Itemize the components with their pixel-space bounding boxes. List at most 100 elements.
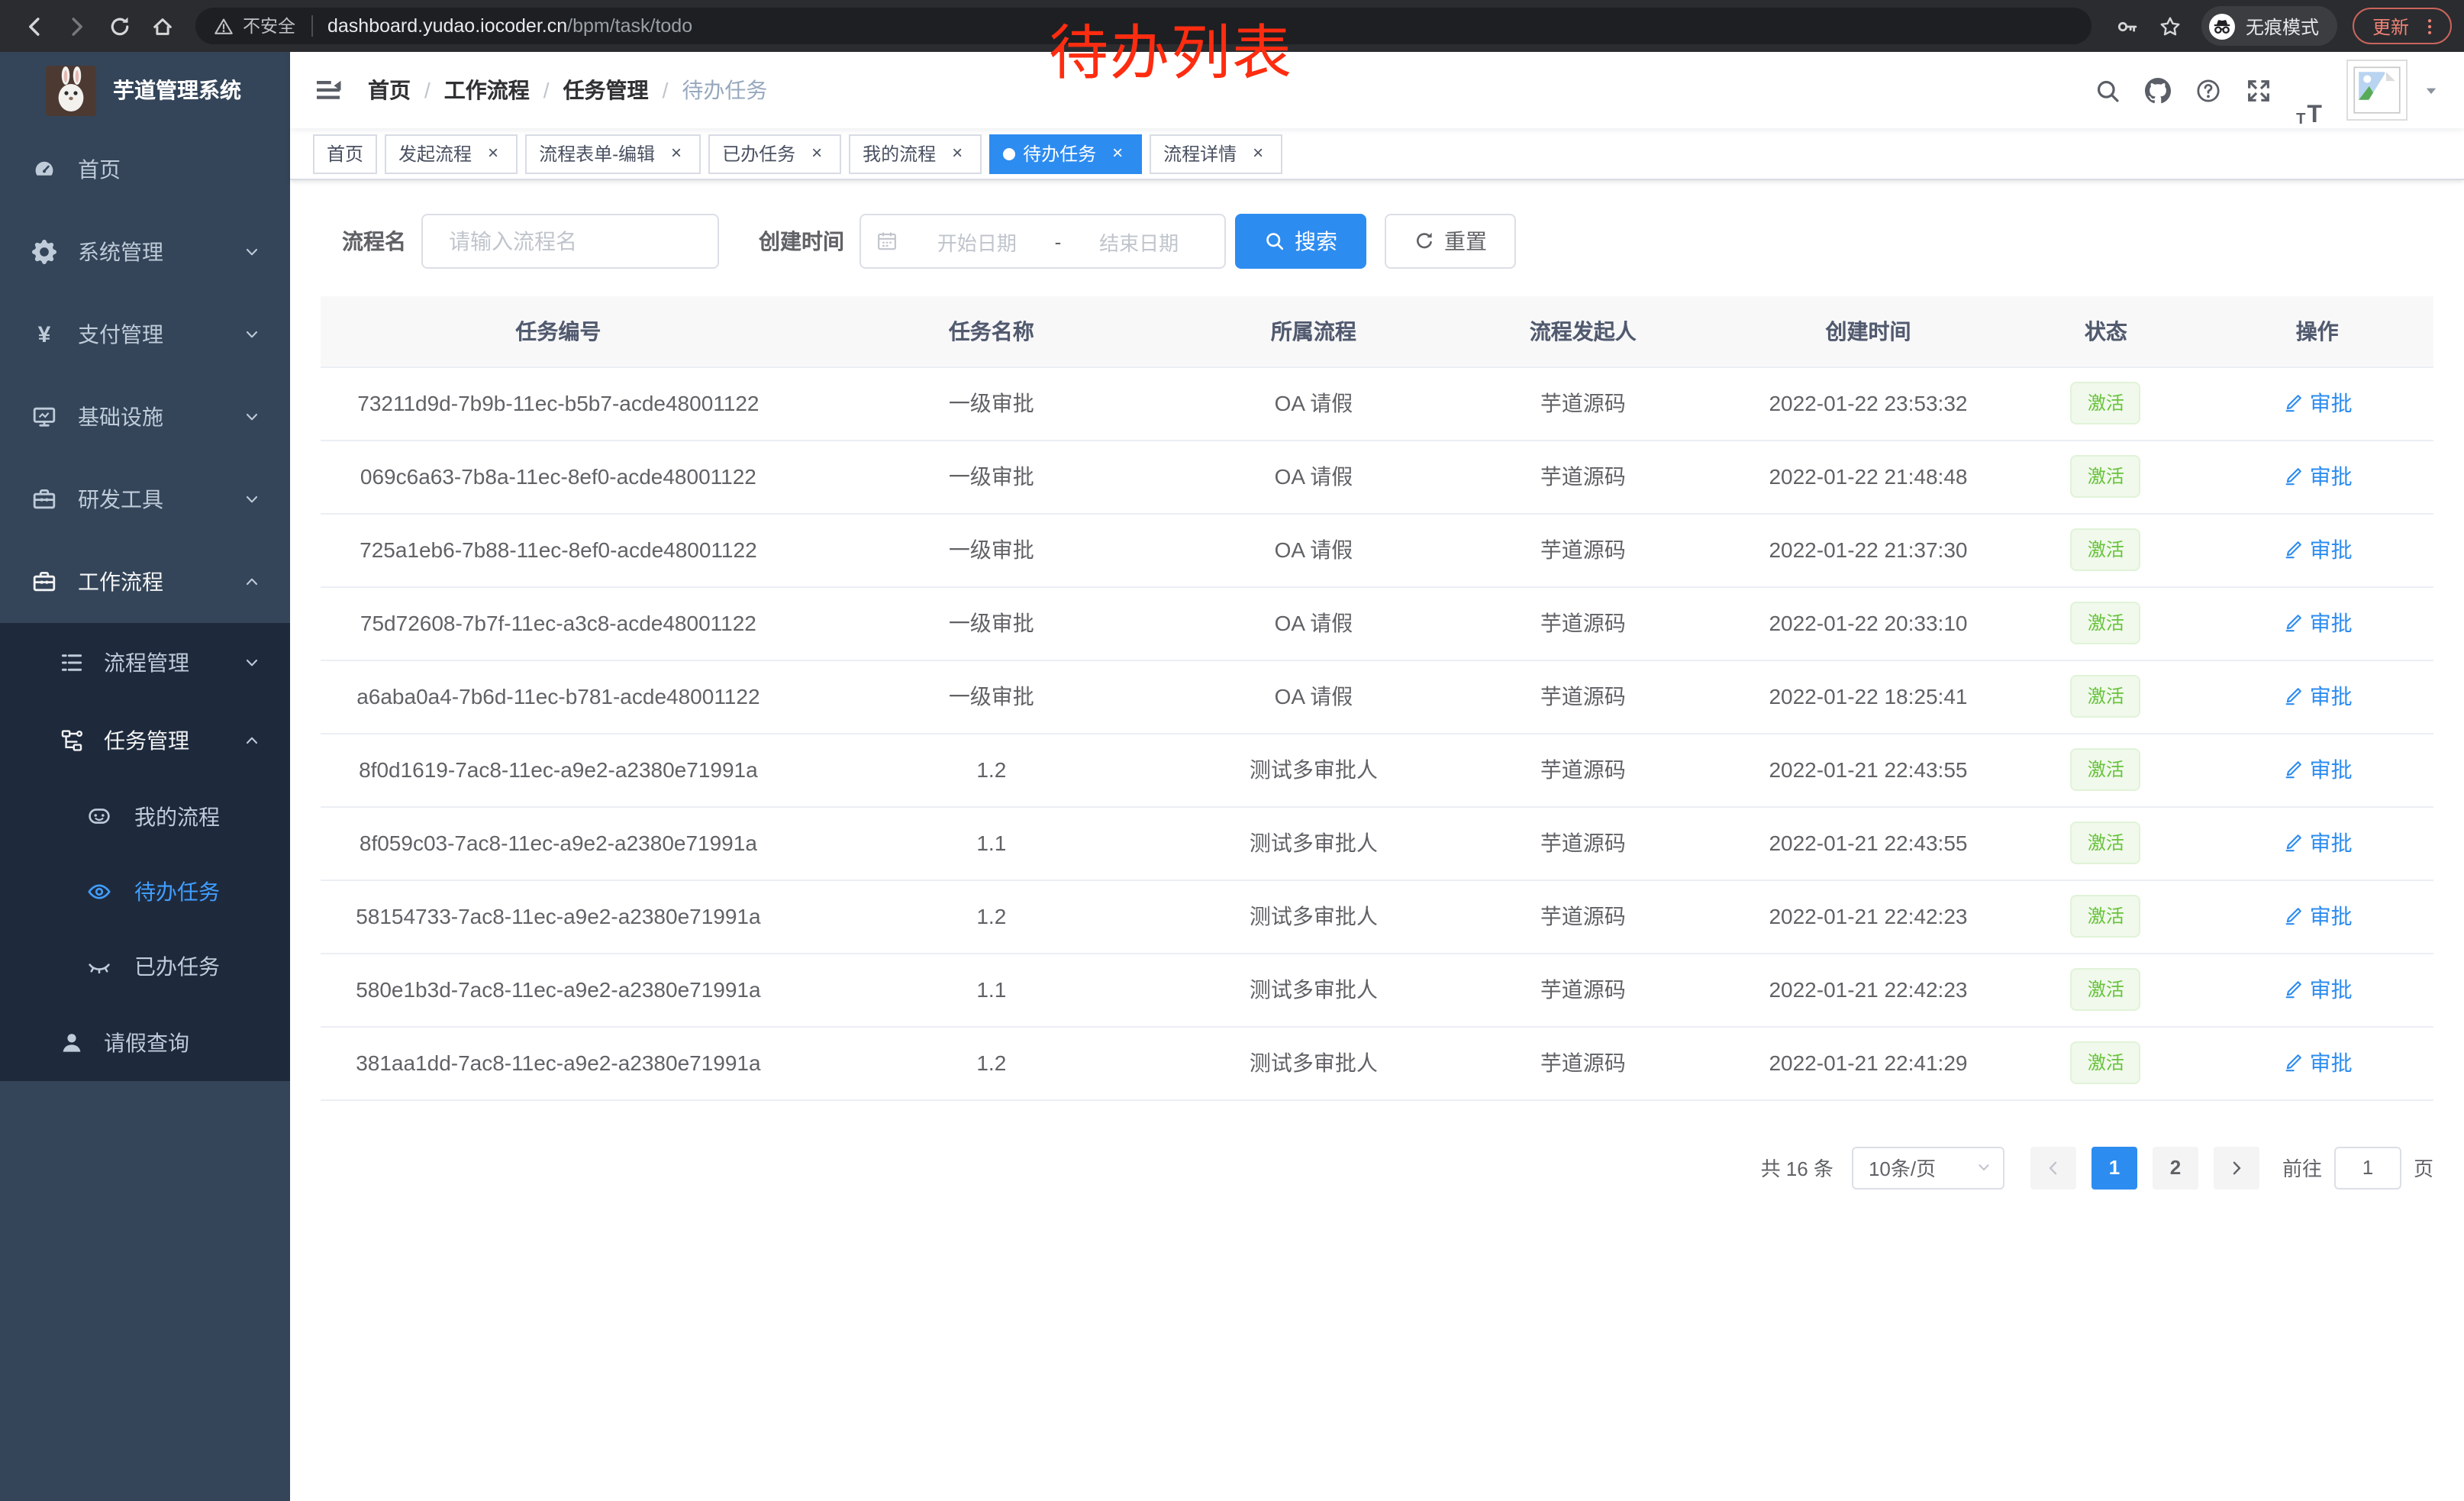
cell-task-name: 1.2 [796,1026,1187,1099]
security-label[interactable]: 不安全 [243,14,295,38]
approve-link[interactable]: 审批 [2282,974,2353,1005]
avatar-caret-down-icon[interactable] [2423,82,2440,98]
approve-link[interactable]: 审批 [2282,1047,2353,1078]
approve-link-label: 审批 [2310,901,2353,931]
sidebar-item-system[interactable]: 系统管理 [0,211,290,293]
forward-icon[interactable] [58,8,95,44]
sidebar-item-process-mgmt[interactable]: 流程管理 [0,623,290,701]
prev-page-button[interactable] [2030,1146,2076,1189]
tab-start-process[interactable]: 发起流程× [385,134,518,173]
gear-icon [32,240,56,264]
update-menu-button[interactable]: 更新 [2353,8,2452,44]
reload-icon[interactable] [101,8,137,44]
cell-created-time: 2022-01-22 21:37:30 [1726,513,2011,586]
cell-starter: 芋道源码 [1440,880,1726,953]
page-size-select[interactable]: 10条/页 [1852,1146,2004,1189]
sidebar-item-done-task[interactable]: 已办任务 [0,928,290,1003]
tab-done-task[interactable]: 已办任务× [708,134,841,173]
tab-process-detail[interactable]: 流程详情× [1150,134,1282,173]
cell-status: 激活 [2011,733,2201,806]
sidebar-item-todo-task[interactable]: 待办任务 [0,854,290,928]
approve-link[interactable]: 审批 [2282,901,2353,931]
address-bar[interactable]: 不安全 dashboard.yudao.iocoder.cn/bpm/task/… [195,8,2091,44]
cell-process: 测试多审批人 [1187,880,1440,953]
password-key-icon[interactable] [2110,8,2146,44]
eye-icon [87,879,111,903]
reset-button[interactable]: 重置 [1385,214,1516,269]
approve-link[interactable]: 审批 [2282,534,2353,565]
refresh-icon [1414,231,1435,252]
chevron-down-icon [243,243,261,261]
cell-created-time: 2022-01-22 23:53:32 [1726,366,2011,440]
search-icon[interactable] [2082,52,2133,128]
approve-link[interactable]: 审批 [2282,828,2353,858]
next-page-button[interactable] [2214,1146,2259,1189]
process-name-input[interactable] [446,228,695,255]
table-header-row: 任务编号任务名称所属流程流程发起人创建时间状态操作 [321,296,2433,366]
cell-process: OA 请假 [1187,440,1440,513]
rabbit-logo-image [46,65,96,115]
chevron-down-icon [243,243,261,261]
start-date-placeholder[interactable]: 开始日期 [907,227,1047,256]
table-column-header: 创建时间 [1726,296,2011,366]
sidebar-item-task-mgmt[interactable]: 任务管理 [0,701,290,779]
avatar[interactable] [2346,60,2408,121]
back-icon[interactable] [15,8,52,44]
goto-page-input[interactable] [2334,1146,2401,1189]
approve-link[interactable]: 审批 [2282,461,2353,492]
approve-link-label: 审批 [2310,388,2353,418]
sidebar-item-payment[interactable]: ¥支付管理 [0,293,290,376]
tab-form-edit[interactable]: 流程表单-编辑× [525,134,701,173]
bookmark-star-icon[interactable] [2153,8,2189,44]
tab-close-icon[interactable]: × [1247,143,1269,164]
font-size-icon[interactable]: TT [2284,52,2334,128]
divider [311,15,312,37]
tab-close-icon[interactable]: × [947,143,968,164]
edit-icon [2282,392,2304,414]
sidebar-item-workflow[interactable]: 工作流程 [0,541,290,623]
page-button-1[interactable]: 1 [2091,1146,2137,1189]
page-button-2[interactable]: 2 [2153,1146,2198,1189]
approve-link-label: 审批 [2310,461,2353,492]
breadcrumb-item-1[interactable]: 工作流程 [444,75,530,105]
chevron-up-icon [243,573,261,591]
tab-todo-task[interactable]: 待办任务 × [989,134,1142,173]
approve-link[interactable]: 审批 [2282,681,2353,712]
cell-status: 激活 [2011,366,2201,440]
approve-link[interactable]: 审批 [2282,608,2353,638]
table-column-header: 任务名称 [796,296,1187,366]
tab-close-icon[interactable]: × [1107,143,1128,164]
pagination: 共 16 条 10条/页 12 前往 页 [321,1146,2433,1189]
home-icon[interactable] [144,8,180,44]
logo[interactable]: 芋道管理系统 [0,52,290,128]
cell-process: OA 请假 [1187,660,1440,733]
tab-close-icon[interactable]: × [806,143,827,164]
sidebar-menu: 首页系统管理¥支付管理基础设施研发工具工作流程流程管理任务管理我的流程待办任务已… [0,128,290,1081]
tab-label: 待办任务 [1023,140,1096,166]
github-icon[interactable] [2133,52,2183,128]
date-range-picker[interactable]: 开始日期 - 结束日期 [859,214,1226,269]
tab-home[interactable]: 首页 [313,134,377,173]
sidebar-item-home[interactable]: 首页 [0,128,290,211]
sidebar-item-devtools[interactable]: 研发工具 [0,458,290,541]
fullscreen-icon[interactable] [2233,52,2284,128]
end-date-placeholder[interactable]: 结束日期 [1069,227,1209,256]
approve-link[interactable]: 审批 [2282,388,2353,418]
hamburger-icon[interactable] [313,75,343,105]
not-secure-warning-icon[interactable] [214,16,234,36]
tab-close-icon[interactable]: × [666,143,687,164]
tab-my-process[interactable]: 我的流程× [849,134,982,173]
help-question-icon[interactable] [2183,52,2233,128]
search-button[interactable]: 搜索 [1235,214,1366,269]
cell-starter: 芋道源码 [1440,513,1726,586]
breadcrumb-item-2[interactable]: 任务管理 [563,75,649,105]
approve-link[interactable]: 审批 [2282,754,2353,785]
sidebar-item-infrastructure[interactable]: 基础设施 [0,376,290,458]
sidebar-item-my-process[interactable]: 我的流程 [0,779,290,854]
chat-icon [87,804,111,828]
sidebar-item-leave-query[interactable]: 请假查询 [0,1003,290,1081]
tab-close-icon[interactable]: × [482,143,504,164]
breadcrumb-item-0[interactable]: 首页 [368,75,411,105]
cell-process: 测试多审批人 [1187,733,1440,806]
broken-image-icon [2351,64,2403,116]
